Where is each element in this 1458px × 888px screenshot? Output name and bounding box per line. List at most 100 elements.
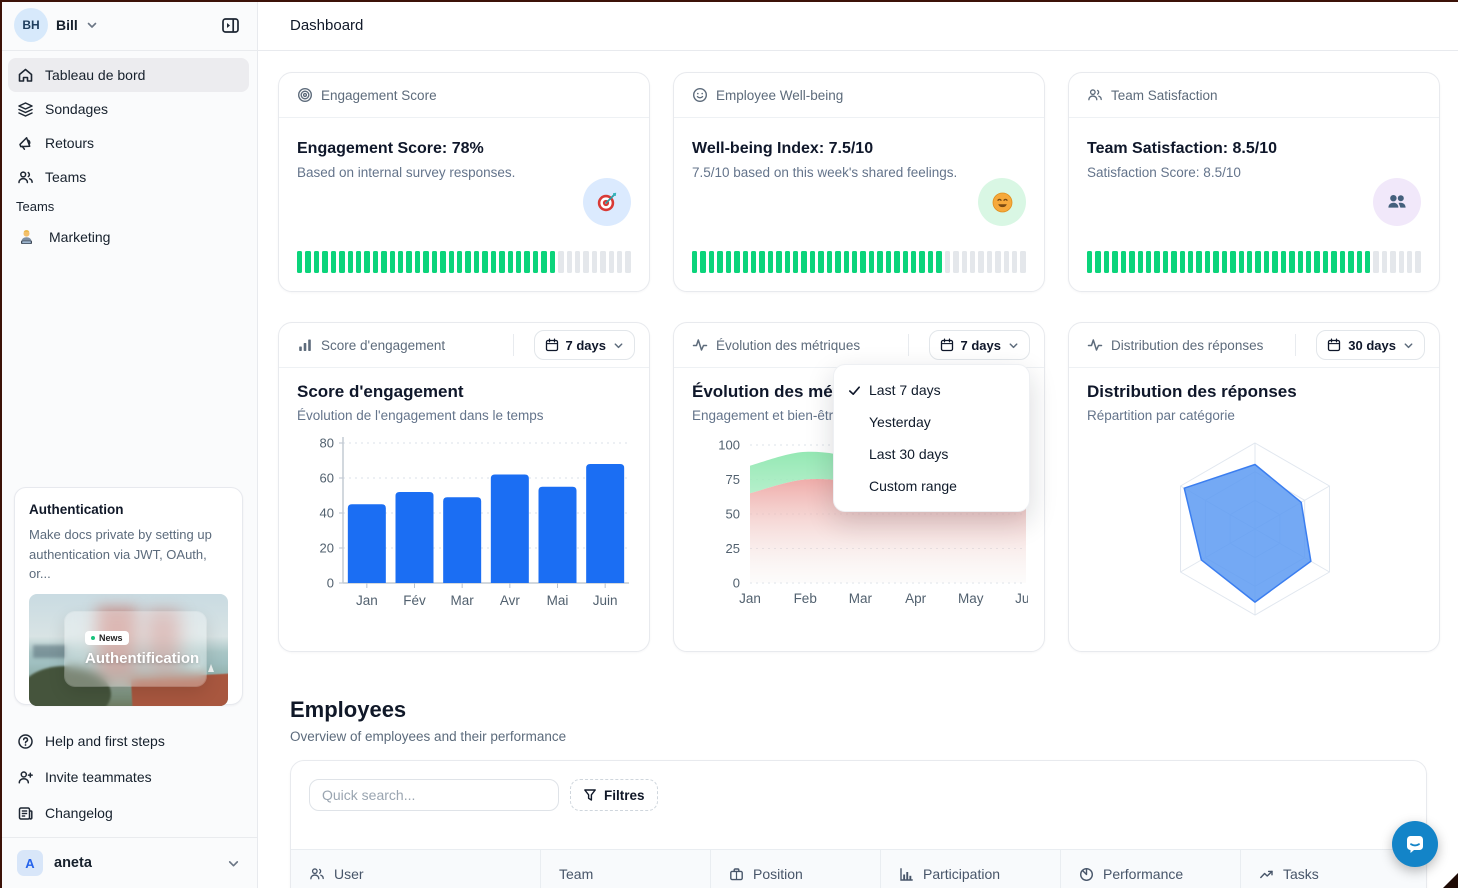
sidebar-item-dashboard[interactable]: Tableau de bord [8,58,249,92]
briefcase-icon [729,867,744,882]
users-icon [309,866,325,882]
engagement-bar-chart: 020406080JanFévMarAvrMaiJuin [297,433,631,611]
svg-text:50: 50 [726,507,740,522]
sidebar-item-help[interactable]: Help and first steps [8,724,249,758]
menu-item-label: Yesterday [869,414,931,430]
column-label: Performance [1103,866,1183,882]
chart-card-header-label: Évolution des métriques [716,338,860,353]
promo-sail-shape [208,664,214,672]
collapse-sidebar-button[interactable] [217,12,244,39]
sidebar-header: BH Bill [0,0,258,51]
chevron-down-icon [86,19,98,31]
sidebar-item-feedback[interactable]: Retours [8,126,249,160]
employees-subtitle: Overview of employees and their performa… [290,729,566,744]
sidebar-item-changelog[interactable]: Changelog [8,796,249,830]
promo-title: Authentication [29,502,228,517]
chevron-down-icon [227,857,240,870]
stat-card-header: Engagement Score [279,73,649,118]
activity-icon [1087,337,1103,353]
sidebar-item-invite[interactable]: Invite teammates [8,760,249,794]
promo-card-authentication[interactable]: Authentication Make docs private by sett… [14,487,243,705]
employees-table-card: Filtres User Team Position [290,760,1427,888]
column-label: Participation [923,866,1000,882]
progress-bar [1087,251,1421,273]
menu-item-last-7-days[interactable]: Last 7 days [840,374,1023,406]
column-header-performance[interactable]: Performance [1061,850,1241,888]
chat-bubble-icon [1403,832,1427,856]
sidebar-nav: Tableau de bord Sondages Retours Teams [8,58,249,194]
column-header-participation[interactable]: Participation [881,850,1061,888]
trend-up-icon [1259,867,1274,882]
column-header-team[interactable]: Team [541,850,711,888]
menu-item-last-30-days[interactable]: Last 30 days [840,438,1023,470]
sidebar-item-label: Help and first steps [45,733,165,749]
sidebar-item-teams[interactable]: Teams [8,160,249,194]
chat-launcher-button[interactable] [1392,821,1438,867]
stat-card-engagement: Engagement Score Engagement Score: 78% B… [278,72,650,292]
sidebar-item-team-marketing[interactable]: Marketing [8,220,249,254]
promo-image-title: Authentification [85,650,206,667]
layers-icon [17,101,34,118]
stat-title: Team Satisfaction: 8.5/10 [1087,140,1421,158]
chart-card-header-label: Distribution des réponses [1111,338,1263,353]
svg-text:Juin: Juin [593,593,618,608]
chart-card-body: Score d'engagement Évolution de l'engage… [279,368,649,611]
help-circle-icon [17,733,34,750]
stat-card-header-label: Employee Well-being [716,88,843,103]
svg-text:Fév: Fév [403,593,426,608]
svg-text:0: 0 [327,576,334,591]
sidebar: BH Bill Tableau de bord [0,0,258,888]
stat-card-header-label: Team Satisfaction [1111,88,1218,103]
sidebar-item-label: Sondages [45,101,108,117]
users-icon [17,169,34,186]
column-label: Position [753,866,803,882]
avatar-initials: BH [22,18,39,32]
svg-text:Avr: Avr [500,593,521,608]
promo-city-shape [33,645,67,658]
table-header-row: User Team Position Participation [291,849,1426,888]
workspace-name: aneta [54,855,92,871]
menu-item-yesterday[interactable]: Yesterday [840,406,1023,438]
chart-subtitle: Évolution de l'engagement dans le temps [297,408,631,423]
range-label: 7 days [961,338,1001,353]
header-divider [908,334,909,356]
chevron-down-icon [613,340,624,351]
column-label: User [334,866,364,882]
topbar: Dashboard [258,0,1458,51]
window-edge-left [0,0,2,888]
search-input[interactable] [309,779,559,811]
svg-text:20: 20 [320,541,334,556]
pie-chart-icon [1079,867,1094,882]
sidebar-item-surveys[interactable]: Sondages [8,92,249,126]
user-name[interactable]: Bill [56,17,78,33]
svg-text:60: 60 [320,471,334,486]
column-label: Team [559,866,593,882]
range-button[interactable]: 7 days [534,330,635,360]
stat-card-header-label: Engagement Score [321,88,437,103]
progress-bar [692,251,1026,273]
progress-bar [297,251,631,273]
menu-item-custom-range[interactable]: Custom range [840,470,1023,502]
busts-icon [1373,178,1421,226]
stat-card-header: Employee Well-being [674,73,1044,118]
stat-title: Engagement Score: 78% [297,140,631,158]
svg-text:Mar: Mar [451,593,475,608]
calendar-icon [1327,338,1341,352]
svg-text:80: 80 [320,436,334,451]
range-button[interactable]: 30 days [1316,330,1425,360]
stat-subtitle: Satisfaction Score: 8.5/10 [1087,165,1421,180]
column-header-position[interactable]: Position [711,850,881,888]
header-divider [1295,334,1296,356]
avatar[interactable]: BH [14,8,48,42]
workspace-switcher[interactable]: A aneta [8,845,249,881]
filters-button[interactable]: Filtres [570,779,658,811]
page-title: Dashboard [290,17,363,34]
news-dot-icon [91,636,95,640]
stat-card-satisfaction: Team Satisfaction Team Satisfaction: 8.5… [1068,72,1440,292]
funnel-icon [583,788,597,802]
svg-text:25: 25 [726,541,740,556]
range-button[interactable]: 7 days [929,330,1030,360]
sidebar-item-label: Invite teammates [45,769,152,785]
home-icon [17,67,34,84]
column-header-user[interactable]: User [291,850,541,888]
